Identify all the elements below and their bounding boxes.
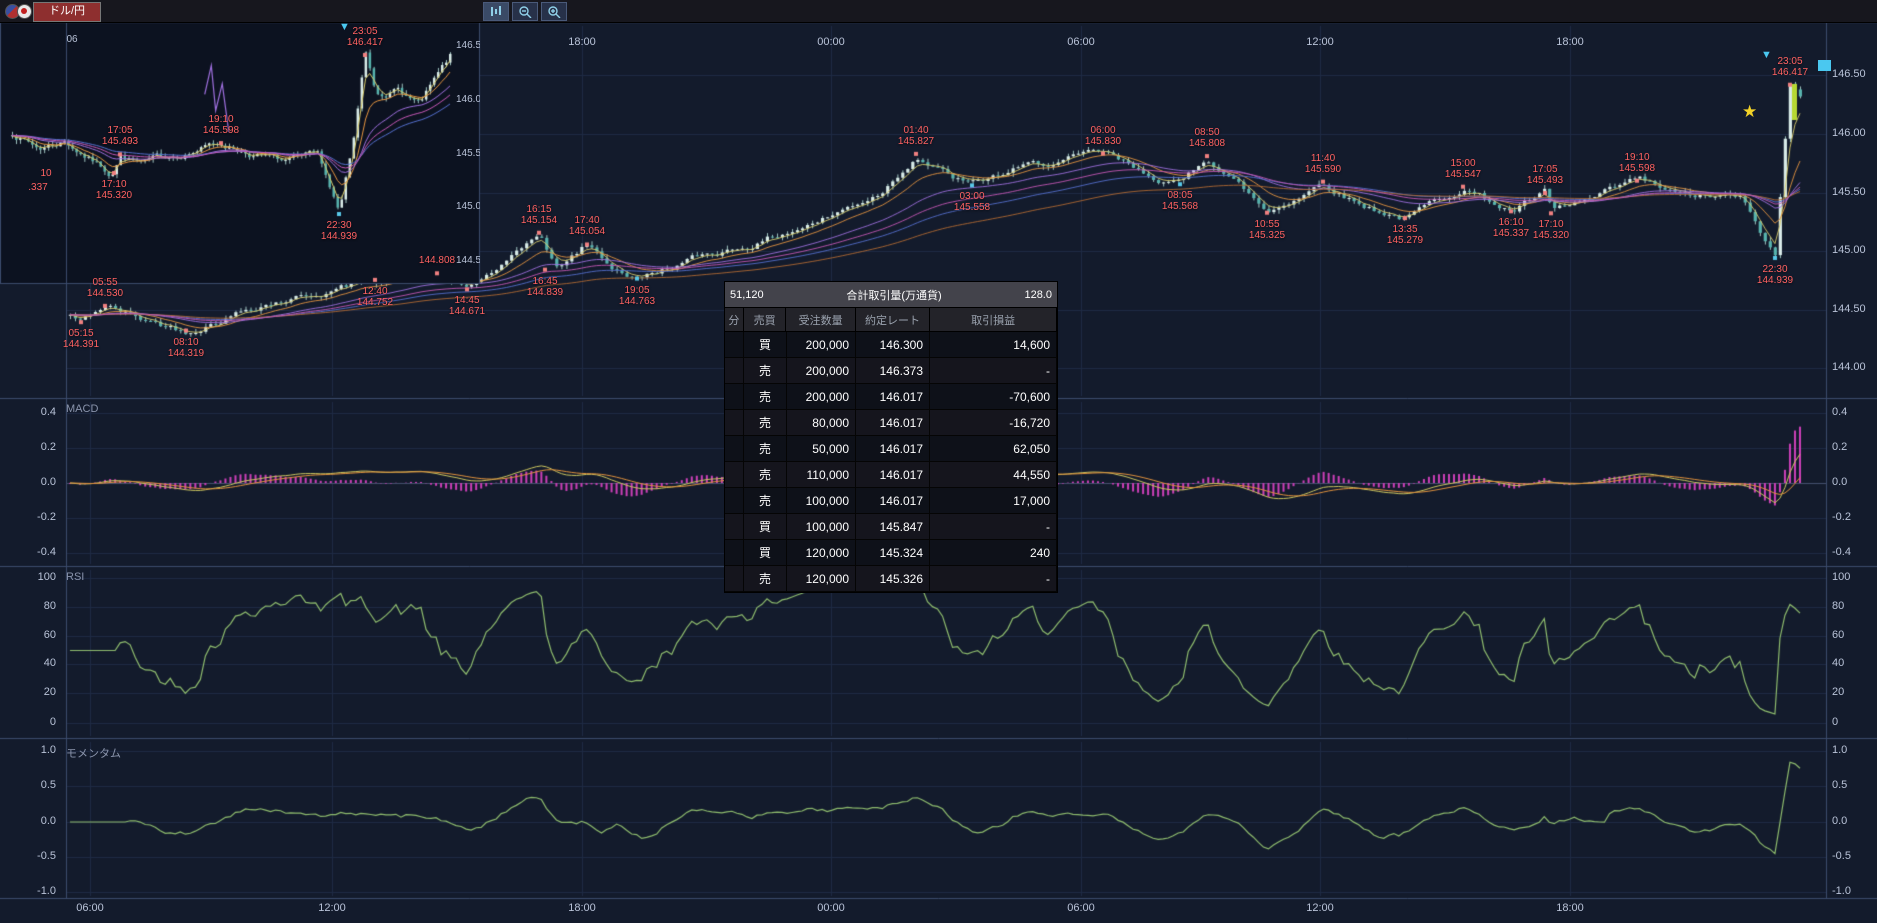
table-cell: 100,000 [787, 514, 856, 539]
table-cell: 146.017 [856, 436, 930, 461]
table-row[interactable]: 売120,000145.326- [725, 566, 1057, 592]
table-cell: 146.373 [856, 358, 930, 383]
table-cell: 200,000 [787, 358, 856, 383]
table-cell: 146.300 [856, 332, 930, 357]
table-row[interactable]: 買100,000145.847- [725, 514, 1057, 540]
zoom-in-button[interactable] [541, 2, 567, 21]
table-cell [725, 514, 744, 539]
table-column-header[interactable]: 取引損益 [930, 308, 1057, 331]
table-cell: 買 [744, 514, 787, 539]
total-volume-value: 51,120 [730, 289, 764, 301]
table-cell: - [930, 566, 1057, 591]
window-titlebar [0, 0, 1877, 23]
table-row[interactable]: 買200,000146.30014,600 [725, 332, 1057, 358]
table-cell: 売 [744, 462, 787, 487]
table-cell [725, 436, 744, 461]
table-cell: 50,000 [787, 436, 856, 461]
table-column-header[interactable]: 売買 [744, 308, 787, 331]
table-cell [725, 332, 744, 357]
table-cell: 200,000 [787, 384, 856, 409]
table-row[interactable]: 売200,000146.017-70,600 [725, 384, 1057, 410]
summary-title: 合計取引量(万通貨) [846, 287, 941, 303]
table-cell [725, 384, 744, 409]
table-cell: 買 [744, 540, 787, 565]
rsi-panel-title: RSI [66, 571, 84, 583]
table-cell: 売 [744, 436, 787, 461]
table-cell: 売 [744, 488, 787, 513]
table-cell: 146.017 [856, 410, 930, 435]
momentum-panel-title: モメンタム [66, 745, 121, 761]
macd-panel-title: MACD [66, 403, 98, 415]
trade-summary-bar: 51,120 合計取引量(万通貨) 128.0 [725, 282, 1057, 308]
table-cell: 120,000 [787, 566, 856, 591]
summary-right-value: 128.0 [1024, 289, 1052, 301]
table-cell: 売 [744, 384, 787, 409]
table-cell: 14,600 [930, 332, 1057, 357]
table-column-header[interactable]: 分 [725, 308, 744, 331]
table-cell: 145.847 [856, 514, 930, 539]
table-cell [725, 566, 744, 591]
candlestick-chart-button[interactable] [483, 2, 509, 21]
table-cell [725, 488, 744, 513]
table-cell: 100,000 [787, 488, 856, 513]
table-cell: 146.017 [856, 488, 930, 513]
table-cell: 146.017 [856, 384, 930, 409]
table-cell [725, 462, 744, 487]
table-column-header[interactable]: 約定レート [856, 308, 930, 331]
table-cell: 17,000 [930, 488, 1057, 513]
table-cell: 80,000 [787, 410, 856, 435]
table-cell: -16,720 [930, 410, 1057, 435]
table-cell: 110,000 [787, 462, 856, 487]
table-cell: 146.017 [856, 462, 930, 487]
table-row[interactable]: 買120,000145.324240 [725, 540, 1057, 566]
table-cell: 売 [744, 566, 787, 591]
table-cell: - [930, 358, 1057, 383]
table-cell: 145.324 [856, 540, 930, 565]
table-cell: 62,050 [930, 436, 1057, 461]
table-row[interactable]: 売100,000146.01717,000 [725, 488, 1057, 514]
table-cell: -70,600 [930, 384, 1057, 409]
pair-tab[interactable]: ドル/円 [33, 2, 101, 22]
zoom-out-button[interactable] [512, 2, 538, 21]
table-cell: - [930, 514, 1057, 539]
table-cell: 売 [744, 358, 787, 383]
japan-flag-icon [17, 4, 32, 19]
table-column-header[interactable]: 受注数量 [786, 308, 855, 331]
table-cell [725, 358, 744, 383]
trade-table-header: 分売買受注数量約定レート取引損益 [725, 308, 1057, 332]
table-cell: 売 [744, 410, 787, 435]
table-cell [725, 540, 744, 565]
chart-toolbar [483, 2, 567, 21]
table-cell: 145.326 [856, 566, 930, 591]
table-cell: 200,000 [787, 332, 856, 357]
pair-tab-label: ドル/円 [49, 5, 85, 17]
table-row[interactable]: 売200,000146.373- [725, 358, 1057, 384]
table-row[interactable]: 売50,000146.01762,050 [725, 436, 1057, 462]
table-cell [725, 410, 744, 435]
trade-history-panel: 51,120 合計取引量(万通貨) 128.0 分売買受注数量約定レート取引損益… [724, 281, 1058, 593]
table-cell: 120,000 [787, 540, 856, 565]
table-cell: 240 [930, 540, 1057, 565]
trade-table-body: 買200,000146.30014,600売200,000146.373-売20… [725, 332, 1057, 592]
table-row[interactable]: 売80,000146.017-16,720 [725, 410, 1057, 436]
table-cell: 44,550 [930, 462, 1057, 487]
table-cell: 買 [744, 332, 787, 357]
table-row[interactable]: 売110,000146.01744,550 [725, 462, 1057, 488]
